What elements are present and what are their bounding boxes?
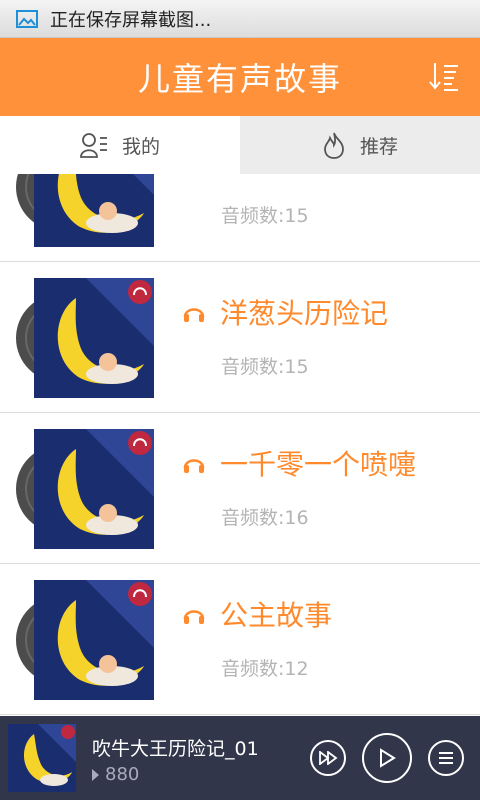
headphones-icon (183, 308, 205, 322)
flame-icon (324, 132, 344, 159)
list-item[interactable]: 音频数:15 (0, 174, 480, 262)
tab-bar: 我的 推荐 (0, 116, 480, 174)
mini-player: 吹牛大王历险记_01 880 (0, 716, 480, 800)
list-item[interactable]: 公主故事 音频数:12 (0, 564, 480, 715)
app-header: 儿童有声故事 (0, 38, 480, 116)
tab-mine-label: 我的 (121, 135, 160, 158)
audio-count: 音频数:15 (221, 356, 309, 378)
story-cover (16, 578, 156, 702)
story-list: 音频数:15 洋葱头历险记 音频数:15 一千零一个喷嚏 音频数:16 公主故事… (0, 174, 480, 716)
story-title: 公主故事 (220, 599, 333, 632)
headphones-icon (183, 610, 205, 624)
user-list-icon (80, 133, 107, 158)
story-title: 一千零一个喷嚏 (220, 448, 417, 481)
image-icon (16, 9, 38, 28)
status-bar: 正在保存屏幕截图... (0, 0, 480, 38)
status-text: 正在保存屏幕截图... (50, 9, 212, 31)
menu-icon (439, 752, 453, 764)
story-cover (16, 174, 156, 249)
play-count-value: 880 (105, 764, 140, 785)
fast-forward-button[interactable] (310, 740, 346, 776)
page-title: 儿童有声故事 (137, 60, 342, 98)
story-title-row: 洋葱头历险记 (182, 292, 388, 332)
play-icon (380, 748, 396, 768)
headphones-icon (183, 459, 205, 473)
tab-recommend-label: 推荐 (359, 135, 398, 158)
audio-count: 音频数:15 (221, 205, 309, 227)
tab-recommend[interactable]: 推荐 (240, 116, 480, 174)
story-title: 洋葱头历险记 (220, 297, 389, 330)
list-item[interactable]: 一千零一个喷嚏 音频数:16 (0, 413, 480, 564)
audio-count: 音频数:16 (221, 507, 309, 529)
now-playing-cover[interactable] (8, 724, 76, 792)
play-count-icon (92, 768, 99, 781)
audio-count: 音频数:12 (221, 658, 309, 680)
fast-forward-icon (319, 751, 338, 765)
play-count: 880 (92, 764, 139, 785)
tab-mine[interactable]: 我的 (0, 116, 240, 174)
play-button[interactable] (362, 733, 412, 783)
now-playing-title: 吹牛大王历险记_01 (92, 738, 259, 760)
playlist-button[interactable] (428, 740, 464, 776)
story-cover (16, 276, 156, 400)
sort-list-icon[interactable] (428, 60, 460, 94)
story-title-row: 公主故事 (182, 594, 332, 634)
list-item[interactable]: 洋葱头历险记 音频数:15 (0, 262, 480, 413)
story-title-row: 一千零一个喷嚏 (182, 443, 416, 483)
story-cover (16, 427, 156, 551)
